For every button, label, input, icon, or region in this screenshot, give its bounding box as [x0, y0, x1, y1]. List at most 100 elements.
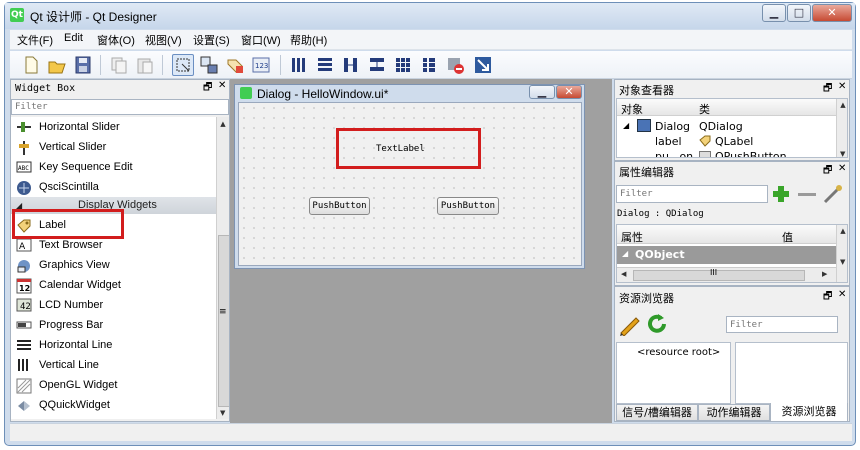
edit-tab-order-icon[interactable]: 123	[250, 54, 272, 76]
menu-file[interactable]: 文件(F)	[17, 32, 53, 48]
tab-action-editor[interactable]: 动作编辑器	[698, 404, 770, 421]
scroll-up-icon[interactable]: ▲	[837, 101, 847, 109]
push-button-1[interactable]: PushButton	[309, 197, 370, 215]
scroll-up-icon[interactable]: ▲	[217, 120, 229, 128]
toolbar-separator	[100, 55, 101, 75]
list-item[interactable]: Vertical Slider	[11, 137, 216, 157]
scroll-thumb[interactable]	[218, 235, 229, 407]
float-icon[interactable]: 🗗	[203, 80, 212, 97]
label-icon	[699, 135, 711, 147]
edit-buddies-icon[interactable]	[224, 54, 246, 76]
item-label: Progress Bar	[39, 319, 104, 331]
object-inspector-title: 对象查看器	[619, 84, 674, 97]
add-property-icon[interactable]	[771, 184, 793, 204]
layout-vertical-splitter-icon[interactable]	[366, 54, 388, 76]
tab-resource-browser[interactable]: 资源浏览器	[770, 403, 848, 422]
qt-app-icon: Qt	[10, 8, 24, 22]
save-icon[interactable]	[72, 54, 94, 76]
graphics-view-icon	[16, 258, 31, 273]
collapse-icon[interactable]: ◢	[622, 249, 628, 258]
object-tree-scrollbar[interactable]: ▲ ▼	[836, 99, 847, 157]
item-label: OpenGL Widget	[39, 379, 118, 391]
list-item[interactable]: Vertical Line	[11, 355, 216, 375]
close-icon[interactable]: ✕	[838, 289, 846, 300]
reload-icon[interactable]	[645, 312, 669, 336]
tab-signal-slot-editor[interactable]: 信号/槽编辑器	[616, 404, 698, 421]
col-value-header: 值	[782, 231, 793, 244]
float-icon[interactable]: 🗗	[823, 81, 832, 98]
scroll-up-icon[interactable]: ▲	[837, 227, 847, 235]
close-button[interactable]: ✕	[812, 4, 852, 22]
layout-horizontal-icon[interactable]	[288, 54, 310, 76]
dialog-canvas[interactable]	[238, 102, 582, 266]
menu-edit[interactable]: Edit	[64, 32, 83, 44]
object-tree: 对象 类 ◢ Dialog QDialog label QLabel pu...…	[616, 98, 848, 158]
layout-horizontal-splitter-icon[interactable]	[340, 54, 362, 76]
list-item[interactable]: Graphics View	[11, 255, 216, 275]
scroll-down-icon[interactable]: ▼	[840, 258, 845, 266]
layout-grid-icon[interactable]	[392, 54, 414, 76]
vertical-slider-icon	[16, 140, 31, 155]
form-minimize-button[interactable]: ▁	[529, 85, 555, 99]
float-icon[interactable]: 🗗	[823, 163, 832, 180]
widget-list-scrollbar[interactable]: ▲ ≡ ▼	[216, 117, 229, 419]
list-item[interactable]: Progress Bar	[11, 315, 216, 335]
property-filter-input[interactable]	[616, 185, 768, 203]
vertical-line-icon	[16, 358, 31, 372]
resource-root[interactable]: <resource root>	[637, 347, 720, 358]
list-item[interactable]: OpenGL Widget	[11, 375, 216, 395]
new-icon[interactable]	[20, 54, 42, 76]
tree-object[interactable]: Dialog	[655, 120, 690, 133]
edit-resources-icon[interactable]	[618, 312, 642, 337]
menu-view[interactable]: 视图(V)	[145, 32, 182, 48]
svg-text:42: 42	[20, 302, 31, 312]
menu-form[interactable]: 窗体(O)	[97, 32, 135, 48]
minimize-button[interactable]: ▁	[762, 4, 786, 22]
open-icon[interactable]	[46, 54, 68, 76]
tree-object[interactable]: label	[655, 135, 682, 148]
tree-object[interactable]: pu...on	[655, 150, 693, 157]
property-h-scrollbar[interactable]: ◀ III ▶	[617, 267, 836, 282]
remove-property-icon[interactable]	[798, 193, 816, 196]
item-label: QsciScintilla	[39, 181, 99, 193]
resource-filter-input[interactable]	[726, 316, 838, 333]
col-object-header: 对象	[621, 103, 643, 116]
form-close-button[interactable]: ✕	[556, 85, 582, 99]
scroll-thumb[interactable]	[633, 270, 805, 281]
layout-vertical-icon[interactable]	[314, 54, 336, 76]
layout-form-icon[interactable]	[418, 54, 440, 76]
property-v-scrollbar[interactable]: ▲ ▼	[836, 225, 847, 282]
menu-window[interactable]: 窗口(W)	[241, 32, 281, 48]
scroll-down-icon[interactable]: ▼	[840, 150, 845, 157]
widget-filter-input[interactable]	[11, 99, 229, 115]
copy-icon[interactable]	[108, 54, 130, 76]
maximize-button[interactable]: □	[787, 4, 811, 22]
scroll-down-icon[interactable]: ▼	[220, 409, 225, 417]
push-button-2[interactable]: PushButton	[437, 197, 499, 215]
list-item[interactable]: ABC Key Sequence Edit	[11, 157, 216, 177]
list-item[interactable]: 12 Calendar Widget	[11, 275, 216, 295]
scroll-right-icon[interactable]: ▶	[822, 270, 827, 278]
close-icon[interactable]: ✕	[218, 80, 226, 91]
close-icon[interactable]: ✕	[838, 81, 846, 92]
widget-list: Horizontal Slider Vertical Slider ABC Ke…	[11, 117, 229, 419]
list-item[interactable]: Horizontal Slider	[11, 117, 216, 137]
float-icon[interactable]: 🗗	[823, 289, 832, 306]
expand-icon[interactable]: ◢	[623, 121, 629, 130]
adjust-size-icon[interactable]	[472, 54, 494, 76]
list-item[interactable]: QQuickWidget	[11, 395, 216, 415]
edit-widgets-icon[interactable]	[172, 54, 194, 76]
edit-signals-icon[interactable]	[198, 54, 220, 76]
item-label: Horizontal Slider	[39, 121, 120, 133]
menu-settings[interactable]: 设置(S)	[193, 32, 230, 48]
close-icon[interactable]: ✕	[838, 163, 846, 174]
menu-help[interactable]: 帮助(H)	[290, 32, 327, 48]
scroll-left-icon[interactable]: ◀	[621, 270, 626, 278]
break-layout-icon[interactable]	[444, 54, 466, 76]
list-item[interactable]: 42 LCD Number	[11, 295, 216, 315]
qquickwidget-icon	[16, 398, 31, 412]
list-item[interactable]: QsciScintilla	[11, 177, 216, 197]
list-item[interactable]: Horizontal Line	[11, 335, 216, 355]
configure-icon[interactable]	[822, 184, 844, 204]
paste-icon[interactable]	[134, 54, 156, 76]
